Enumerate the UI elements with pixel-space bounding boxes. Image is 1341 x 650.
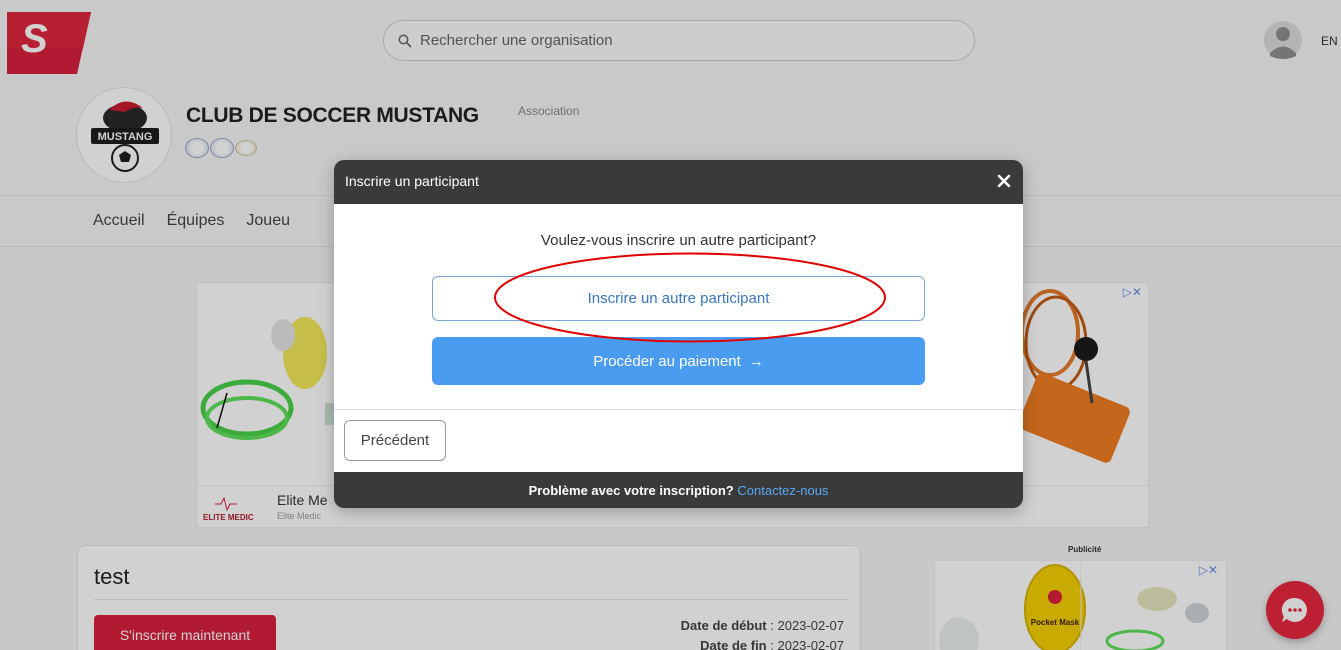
modal-body: Voulez-vous inscrire un autre participan… bbox=[334, 204, 1023, 410]
arrow-right-icon: → bbox=[748, 352, 764, 370]
modal-question: Voulez-vous inscrire un autre participan… bbox=[540, 232, 817, 249]
modal-footer: Précédent bbox=[334, 410, 1023, 472]
modal-header: Inscrire un participant bbox=[334, 160, 1023, 204]
register-another-button[interactable]: Inscrire un autre participant bbox=[432, 276, 925, 321]
close-icon[interactable] bbox=[995, 172, 1013, 190]
contact-us-link[interactable]: Contactez-nous bbox=[737, 483, 828, 498]
modal-title: Inscrire un participant bbox=[345, 173, 479, 189]
register-participant-modal: Inscrire un participant Voulez-vous insc… bbox=[334, 160, 1023, 508]
modal-help-bar: Problème avec votre inscription? Contact… bbox=[334, 472, 1023, 508]
proceed-to-payment-label: Procéder au paiement bbox=[593, 352, 741, 370]
previous-button[interactable]: Précédent bbox=[344, 420, 446, 461]
proceed-to-payment-button[interactable]: Procéder au paiement → bbox=[432, 337, 925, 385]
help-question: Problème avec votre inscription? bbox=[528, 483, 734, 498]
